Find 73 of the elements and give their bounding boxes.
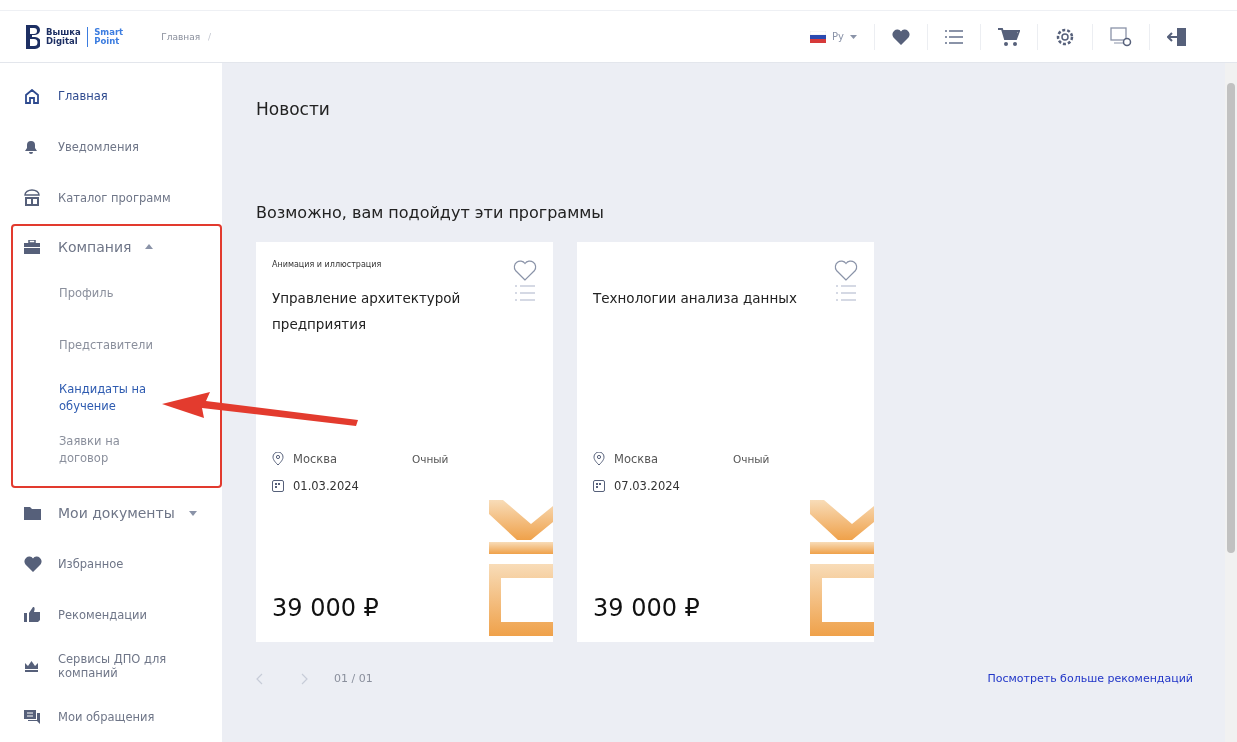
program-title: Технологии анализа данных [593,289,798,309]
crown-icon [24,659,39,673]
sidebar-item[interactable]: Рекомендации [0,589,222,641]
page-counter: 01 / 01 [334,672,373,685]
sidebar-item-label: Главная [58,89,108,104]
sidebar-item-label: Компания [58,238,132,255]
catalog-icon [24,189,40,208]
calendar-icon [272,480,284,493]
heart-icon [24,555,42,572]
program-title: Управление архитектурой предприятия [272,289,462,335]
city-label: Москва [614,452,660,467]
sidebar-item-label: Рекомендации [58,607,148,622]
cart-icon[interactable] [998,26,1020,47]
thumbs-up-icon [24,607,41,623]
chat-icon [24,709,40,724]
monitor-gear-icon[interactable] [1110,26,1132,47]
location-pin-icon [593,452,605,467]
sidebar-item-label: Каталог программ [58,191,171,206]
heart-icon[interactable] [513,260,537,281]
submenu-item[interactable]: Профиль [13,267,169,320]
sidebar-item-label: Мои документы [58,505,175,522]
sidebar-item-label: Избранное [58,556,124,571]
caret-icon [145,244,154,250]
sidebar-item[interactable]: Мои обращения [0,691,222,742]
home-icon [24,88,40,104]
breadcrumb-link[interactable]: Главная [161,31,201,42]
logo-text: Вышка [46,27,81,37]
sidebar-item-label: Мои обращения [58,709,155,724]
submenu-item[interactable]: Заявки на договор [13,423,169,476]
list-icon[interactable] [945,29,963,44]
sidebar-item[interactable]: Сервисы ДПО для компаний [0,640,222,692]
program-card[interactable]: Анимация и иллюстрация Управление архитектурой предприятия Москва Очный 01.03.2024 39 000 ₽ [256,242,553,642]
breadcrumb-separator: / [208,31,212,42]
more-recommendations-link[interactable]: Посмотреть больше рекомендаций [987,672,1193,685]
sidebar-item-label: Сервисы ДПО для компаний [58,651,168,680]
calendar-icon [593,480,605,493]
logout-icon[interactable] [1167,26,1187,47]
logo-text: Point [94,36,121,46]
location-pin-icon [272,452,284,467]
city-label: Москва [293,452,339,467]
sidebar-item-label: Уведомления [58,140,139,155]
bell-icon [24,139,38,156]
briefcase-icon [24,239,40,254]
scrollbar[interactable] [1225,63,1237,742]
program-card[interactable]: Технологии анализа данных Москва Очный 07.03.2024 39 000 ₽ [577,242,874,642]
submenu-item[interactable]: Кандидаты на обучение [13,371,169,424]
format-label: Очный [733,453,770,466]
sidebar-item[interactable]: Компания [13,225,220,268]
category-label: Анимация и иллюстрация [272,260,382,269]
format-label: Очный [412,453,449,466]
sidebar-item[interactable]: Мои документы [0,487,222,539]
section-title: Возможно, вам подойдут эти программы [256,203,605,222]
caret-icon [188,510,197,516]
sidebar-item[interactable]: Каталог программ [0,172,222,224]
sidebar-item[interactable]: Избранное [0,538,222,590]
date-label: 07.03.2024 [614,479,680,494]
section-title: Новости [256,99,331,119]
submenu-item[interactable]: Представители [13,319,169,372]
logo-text: Smart [94,27,124,37]
logo-text: Digital [46,36,79,46]
flag-icon [810,30,827,43]
heart-icon[interactable] [834,260,858,281]
logo-icon [26,24,40,49]
settings-icon[interactable] [1055,26,1075,47]
price-label: 39 000 ₽ [593,594,700,622]
date-label: 01.03.2024 [293,479,359,494]
sidebar-item[interactable]: Главная [0,71,222,122]
heart-icon[interactable] [892,28,910,45]
language-selector[interactable]: Ру [810,30,857,43]
folder-icon [24,506,41,520]
caret-icon [850,34,857,39]
sidebar-item[interactable]: Уведомления [0,121,222,173]
price-label: 39 000 ₽ [272,594,379,622]
